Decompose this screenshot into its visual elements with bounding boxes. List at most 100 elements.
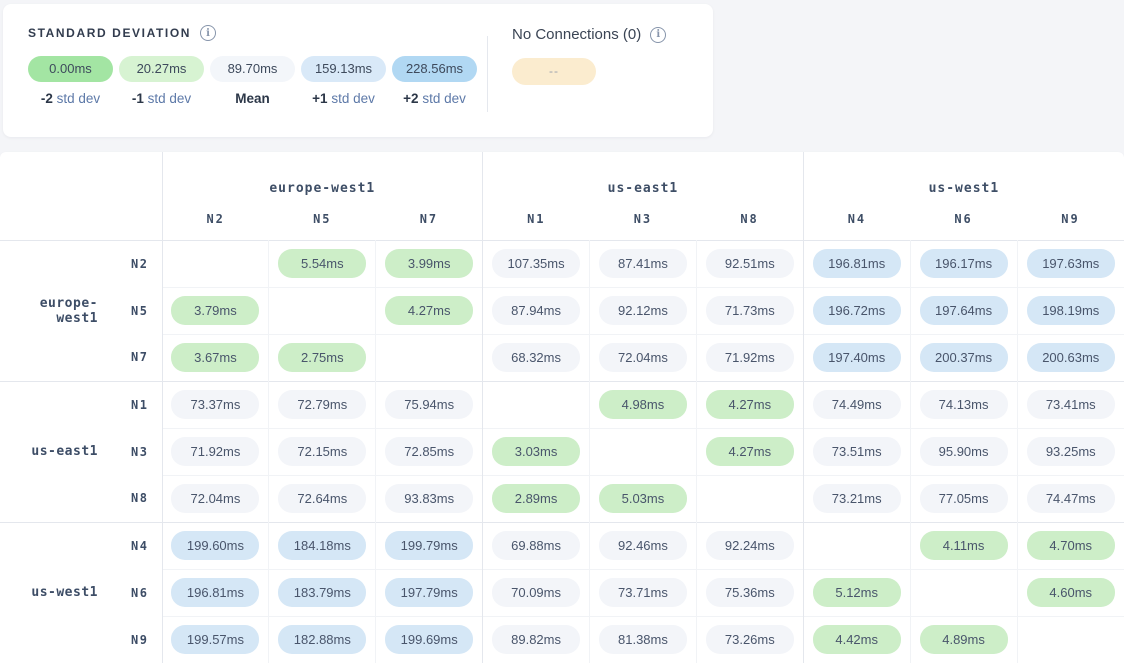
latency-value-pill: 68.32ms [492,343,580,372]
latency-value-pill: 107.35ms [492,249,580,278]
no-connections-legend: No Connections (0) i -- [488,4,666,137]
latency-value-pill: 199.57ms [171,625,259,654]
latency-value-pill: 75.94ms [385,390,473,419]
row-node-header: N2 [106,240,162,287]
latency-cell: 87.41ms [590,240,697,287]
latency-cell: 199.79ms [376,522,483,569]
legend-stop-label: -2 std dev [41,91,100,106]
region-row-group: us-east1N173.37ms72.79ms75.94ms4.98ms4.2… [0,381,1124,522]
row-node-header: N8 [106,475,162,522]
latency-cell: 74.13ms [910,381,1017,428]
latency-cell: 2.89ms [483,475,590,522]
latency-value-pill: 3.03ms [492,437,580,466]
legend-stop: 228.56ms+2 std dev [392,56,477,106]
latency-cell: 196.17ms [910,240,1017,287]
column-node-header: N6 [910,198,1017,240]
latency-cell: 72.15ms [269,428,376,475]
latency-value-pill: 71.92ms [706,343,794,372]
latency-cell: 69.88ms [483,522,590,569]
latency-cell: 4.70ms [1017,522,1124,569]
info-icon[interactable]: i [200,25,216,41]
legend-stop: 0.00ms-2 std dev [28,56,113,106]
latency-value-pill: 4.42ms [813,625,901,654]
latency-value-pill: 81.38ms [599,625,687,654]
latency-cell: 197.40ms [803,334,910,381]
latency-cell: 4.27ms [696,381,803,428]
latency-cell: 199.60ms [162,522,269,569]
column-region-header: europe-west1 [162,152,483,198]
latency-value-pill: 196.81ms [171,578,259,607]
latency-value-pill: 197.79ms [385,578,473,607]
latency-value-pill: 87.94ms [492,296,580,325]
latency-value-pill: 4.60ms [1027,578,1115,607]
latency-cell: 73.21ms [803,475,910,522]
latency-value-pill: 73.26ms [706,625,794,654]
info-icon[interactable]: i [650,27,666,43]
latency-value-pill: 72.64ms [278,484,366,513]
latency-cell [910,569,1017,616]
latency-value-pill: 72.04ms [599,343,687,372]
latency-cell: 5.54ms [269,240,376,287]
latency-value-pill: 92.24ms [706,531,794,560]
latency-cell [162,240,269,287]
latency-value-pill: 4.98ms [599,390,687,419]
latency-cell: 71.92ms [162,428,269,475]
latency-cell: 89.82ms [483,616,590,663]
row-node-header: N1 [106,381,162,428]
latency-cell: 68.32ms [483,334,590,381]
legend-stop-pill: 159.13ms [301,56,386,82]
row-node-header: N7 [106,334,162,381]
no-connections-title: No Connections (0) [512,26,641,43]
latency-value-pill: 2.89ms [492,484,580,513]
legend-stop-pill: 228.56ms [392,56,477,82]
latency-matrix-card: europe-west1us-east1us-west1N2N5N7N1N3N8… [0,152,1124,672]
latency-value-pill: 73.21ms [813,484,901,513]
matrix-row: N371.92ms 72.15ms 72.85ms 3.03ms 4.27ms 73.51… [0,428,1124,475]
matrix-row: us-west1N4199.60ms184.18ms199.79ms69.88m… [0,522,1124,569]
latency-value-pill: 73.51ms [813,437,901,466]
latency-matrix-table: europe-west1us-east1us-west1N2N5N7N1N3N8… [0,152,1124,663]
latency-cell: 196.72ms [803,287,910,334]
latency-cell: 72.04ms [590,334,697,381]
latency-cell: 199.69ms [376,616,483,663]
latency-cell: 197.63ms [1017,240,1124,287]
latency-cell: 72.85ms [376,428,483,475]
latency-value-pill: 74.49ms [813,390,901,419]
latency-value-pill: 5.12ms [813,578,901,607]
latency-value-pill: 5.03ms [599,484,687,513]
latency-cell: 92.46ms [590,522,697,569]
latency-cell: 75.36ms [696,569,803,616]
latency-value-pill: 4.27ms [706,390,794,419]
latency-dashboard: STANDARD DEVIATION i 0.00ms-2 std dev20.… [0,0,1124,672]
latency-value-pill: 73.71ms [599,578,687,607]
latency-value-pill: 74.47ms [1027,484,1115,513]
latency-value-pill: 4.27ms [706,437,794,466]
latency-value-pill: 3.67ms [171,343,259,372]
latency-cell: 93.25ms [1017,428,1124,475]
row-node-header: N3 [106,428,162,475]
latency-cell: 107.35ms [483,240,590,287]
latency-cell: 5.12ms [803,569,910,616]
column-region-header: us-east1 [483,152,804,198]
matrix-row: us-east1N173.37ms72.79ms75.94ms4.98ms4.2… [0,381,1124,428]
latency-value-pill: 72.15ms [278,437,366,466]
latency-cell: 92.12ms [590,287,697,334]
legend-stop: 89.70msMean [210,56,295,106]
latency-cell: 4.27ms [696,428,803,475]
latency-value-pill: 72.04ms [171,484,259,513]
latency-value-pill: 196.72ms [813,296,901,325]
legend-stop-pill: 20.27ms [119,56,204,82]
latency-cell [696,475,803,522]
latency-value-pill: 69.88ms [492,531,580,560]
latency-cell: 196.81ms [162,569,269,616]
latency-value-pill: 4.70ms [1027,531,1115,560]
row-node-header: N5 [106,287,162,334]
latency-cell: 74.47ms [1017,475,1124,522]
row-region-header: us-east1 [0,381,106,522]
latency-value-pill: 196.17ms [920,249,1008,278]
matrix-corner-cell [0,152,162,240]
latency-cell: 182.88ms [269,616,376,663]
matrix-row: N73.67ms2.75ms68.32ms72.04ms71.92ms197.4… [0,334,1124,381]
latency-value-pill: 200.37ms [920,343,1008,372]
latency-value-pill: 95.90ms [920,437,1008,466]
